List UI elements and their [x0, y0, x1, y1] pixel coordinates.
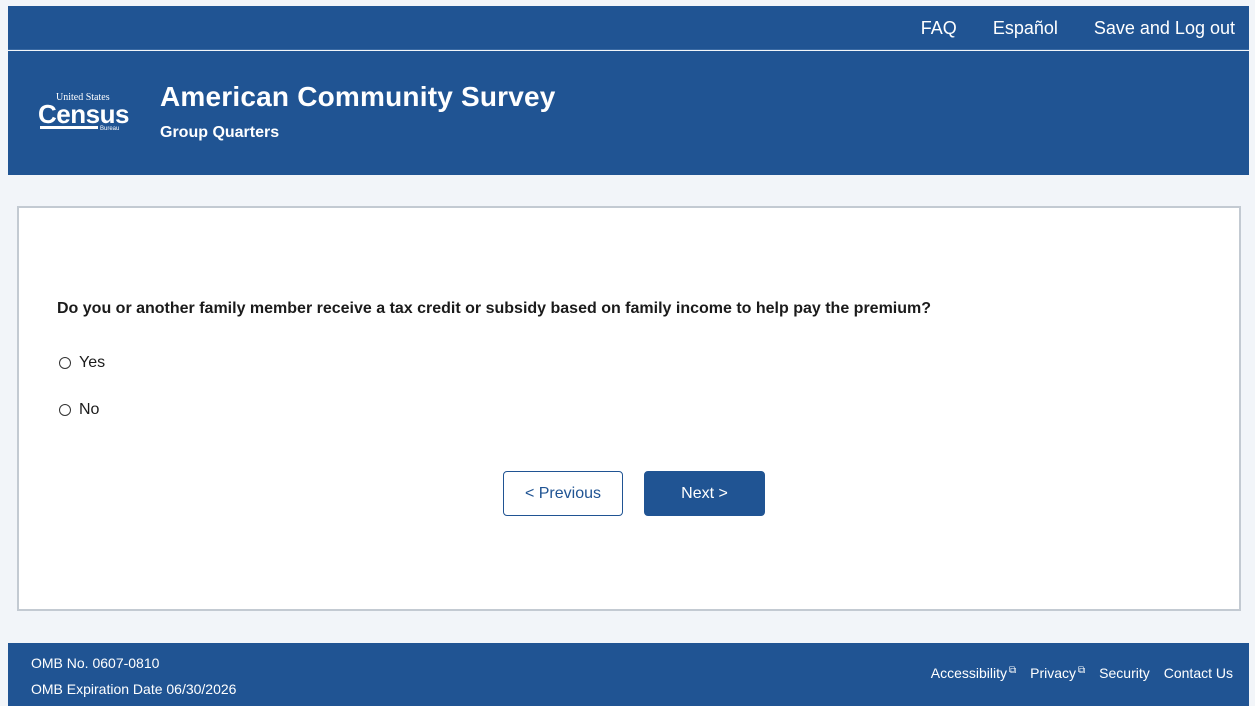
accessibility-link[interactable]: Accessibility ⧉ [931, 665, 1016, 681]
omb-number: OMB No. 0607-0810 [31, 655, 160, 671]
svg-text:Census: Census [38, 99, 129, 129]
question-card: Do you or another family member receive … [17, 206, 1241, 611]
radio-yes[interactable] [59, 357, 71, 369]
page-title: American Community Survey [160, 81, 556, 112]
external-link-icon: ⧉ [1008, 665, 1017, 676]
espanol-link[interactable]: Español [993, 6, 1058, 50]
census-logo: United States Census Bureau [38, 92, 129, 132]
page-subtitle: Group Quarters [160, 124, 280, 141]
privacy-label: Privacy [1030, 665, 1077, 681]
accessibility-label: Accessibility [930, 665, 1007, 681]
omb-expiration: OMB Expiration Date 06/30/2026 [31, 681, 237, 697]
top-utility-bar: FAQ Español Save and Log out [8, 6, 1249, 50]
previous-button[interactable]: < Previous [503, 471, 623, 516]
radio-no[interactable] [59, 404, 71, 416]
option-yes[interactable]: Yes [59, 354, 105, 372]
footer-nav: Accessibility ⧉ Privacy ⧉ Security Conta… [917, 665, 1233, 681]
option-no[interactable]: No [59, 401, 99, 419]
question-text: Do you or another family member receive … [57, 300, 932, 317]
page: FAQ Español Save and Log out United Stat… [8, 6, 1249, 706]
contact-us-link[interactable]: Contact Us [1164, 665, 1233, 681]
site-footer: OMB No. 0607-0810 OMB Expiration Date 06… [8, 643, 1249, 706]
security-link[interactable]: Security [1099, 665, 1150, 681]
site-header: United States Census Bureau American Com… [8, 51, 1249, 175]
faq-link[interactable]: FAQ [921, 6, 957, 50]
option-no-label: No [79, 401, 100, 418]
privacy-link[interactable]: Privacy ⧉ [1030, 665, 1085, 681]
save-and-logout-link[interactable]: Save and Log out [1094, 6, 1235, 50]
option-yes-label: Yes [79, 354, 106, 371]
top-nav: FAQ Español Save and Log out [885, 6, 1235, 50]
next-button[interactable]: Next > [644, 471, 765, 516]
external-link-icon: ⧉ [1078, 665, 1086, 676]
svg-text:Bureau: Bureau [100, 126, 119, 132]
